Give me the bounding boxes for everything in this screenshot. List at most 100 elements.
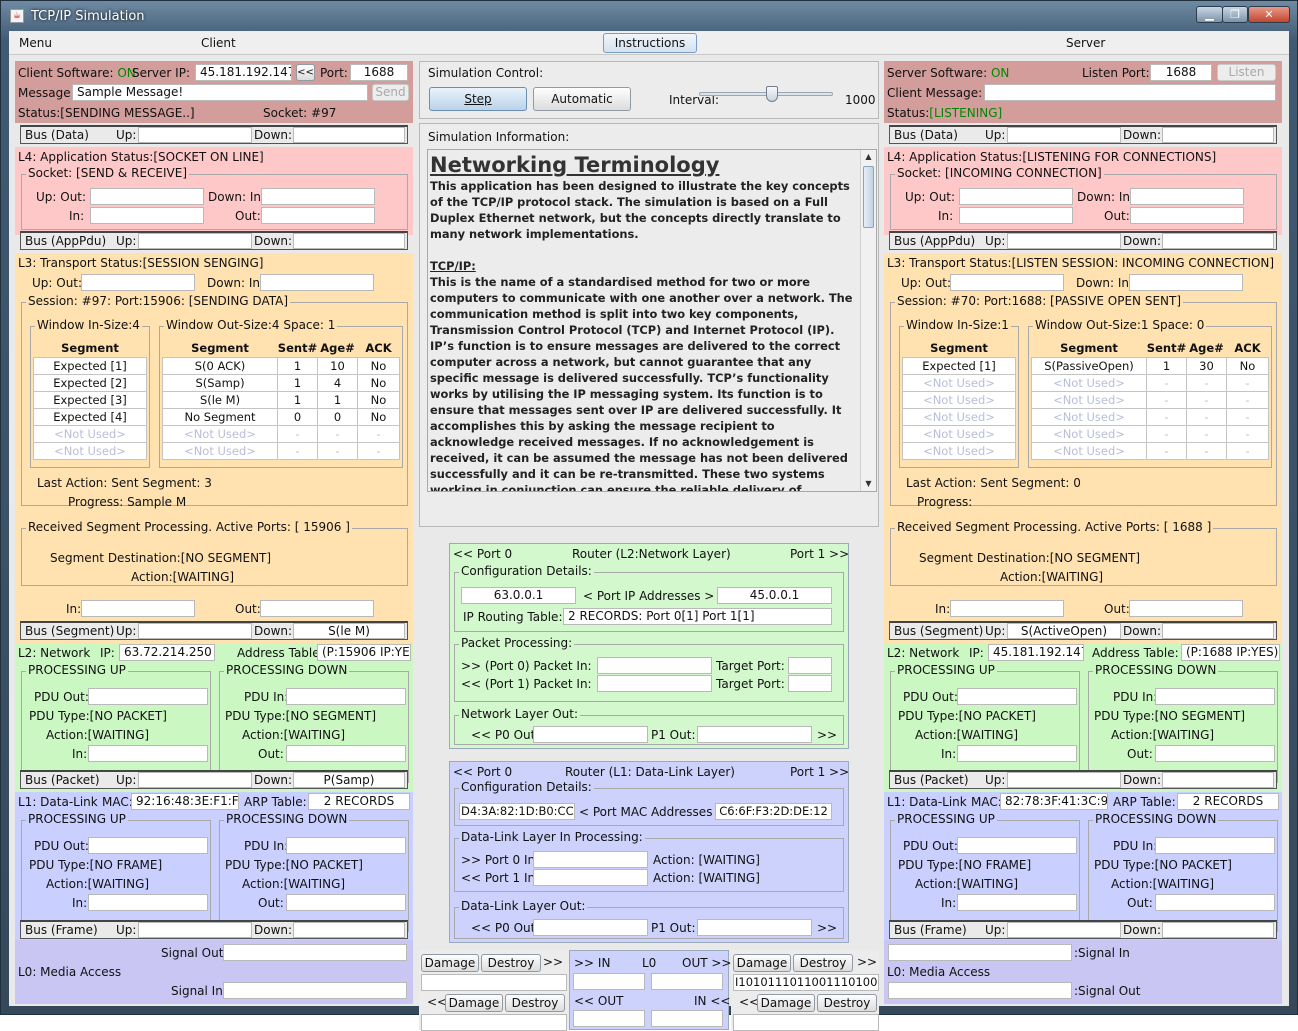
out-label: Out: xyxy=(1127,896,1153,910)
pdu-type: PDU Type:[NO FRAME] xyxy=(29,858,163,872)
message-input[interactable]: Sample Message! xyxy=(72,84,368,101)
processing-down-title: PROCESSING DOWN xyxy=(224,663,350,677)
socket-in-label: In: xyxy=(938,209,954,223)
rsp-out-label: Out: xyxy=(235,602,261,616)
slider-thumb[interactable] xyxy=(766,86,778,102)
window-in-rows: Expected [1] <Not Used> <Not Used> <Not Use… xyxy=(902,356,1016,460)
table-cell: - xyxy=(1186,424,1227,443)
listen-port-input[interactable]: 1688 xyxy=(1150,64,1212,81)
l0-out2-field xyxy=(573,1010,645,1027)
l0-title: L0: Media Access xyxy=(887,965,991,979)
table-cell: <Not Used> xyxy=(162,441,278,460)
table-cell: - xyxy=(1226,424,1269,443)
window-out-group: Window Out-Size:1 Space: 0 Segment Sent# A… xyxy=(1028,318,1272,468)
signal-out-field xyxy=(223,944,407,961)
bus-segment-server: Bus (Segment) Up: S(ActiveOpen) Down: xyxy=(889,621,1277,640)
scroll-up-icon[interactable]: ▲ xyxy=(861,150,876,164)
table-cell: <Not Used> xyxy=(1031,424,1147,443)
bus-down-label: Down: xyxy=(1123,234,1162,248)
damage-button[interactable]: Damage xyxy=(421,954,479,972)
scroll-down-icon[interactable]: ▼ xyxy=(861,477,876,491)
table-row: Expected [2] xyxy=(33,373,147,392)
l2-ip-field: 45.181.192.147 xyxy=(988,644,1084,661)
rsp-in-field xyxy=(950,600,1064,617)
bus-up-field xyxy=(1007,233,1121,249)
table-cell: Expected [3] xyxy=(33,390,147,409)
table-cell: <Not Used> xyxy=(902,407,1016,426)
destroy-button[interactable]: Destroy xyxy=(793,954,853,972)
bus-up-label: Up: xyxy=(985,624,1006,638)
bus-up-field xyxy=(138,233,252,249)
instructions-button[interactable]: Instructions xyxy=(603,33,697,53)
address-table-field: (P:15906 IP:YES) xyxy=(317,644,411,661)
l4-title: L4: Application Status:[SOCKET ON LINE] xyxy=(18,150,264,164)
out-field xyxy=(1155,894,1275,911)
l0-out-label: OUT >> xyxy=(682,956,732,970)
bus-data-client: Bus (Data) Up: Down: xyxy=(20,125,408,144)
pdu-type: PDU Type:[NO SEGMENT] xyxy=(1094,709,1246,723)
server-software-status: ON xyxy=(990,66,1010,80)
damage-button[interactable]: Damage xyxy=(733,954,791,972)
progress: Progress: Sample M xyxy=(68,495,187,509)
l0-out-field xyxy=(651,973,723,990)
processing-down-group: PROCESSING DOWN PDU In: PDU Type:[NO SEG… xyxy=(219,663,409,783)
table-row: <Not Used> - - - xyxy=(162,424,400,443)
message-label: Message: xyxy=(18,86,75,100)
bus-down-field xyxy=(1162,127,1274,143)
signal-in-field xyxy=(223,982,407,999)
close-button[interactable]: ✕ xyxy=(1248,6,1290,23)
minimize-button[interactable]: ▁ xyxy=(1196,6,1223,23)
packet-processing-group: Packet Processing: >> (Port 0) Packet In… xyxy=(454,636,844,702)
info-scrollbar[interactable]: ▲ ▼ xyxy=(860,150,876,491)
bus-up-field xyxy=(1007,922,1121,938)
target-port-label: Target Port: xyxy=(716,659,785,673)
destroy-button[interactable]: Destroy xyxy=(817,994,877,1012)
l2-ip-label: IP: xyxy=(969,646,984,660)
table-row: <Not Used> - - - xyxy=(162,441,400,460)
table-cell: <Not Used> xyxy=(902,373,1016,392)
info-paragraph-2: This is the name of a standardised metho… xyxy=(430,275,853,492)
swap-button[interactable]: << xyxy=(296,64,315,81)
socket-in-field xyxy=(90,207,204,224)
damage-button[interactable]: Damage xyxy=(757,994,815,1012)
send-button[interactable]: Send xyxy=(372,84,409,101)
target-port-field xyxy=(788,657,832,674)
table-row: S(PassiveOpen) 1 30 No xyxy=(1031,356,1269,375)
interval-slider[interactable] xyxy=(699,84,833,106)
server-ip-input[interactable]: 45.181.192.147 xyxy=(195,64,292,81)
packet-processing-title: Packet Processing: xyxy=(459,636,575,650)
maximize-button[interactable]: ❐ xyxy=(1222,6,1248,23)
info-text-area[interactable]: Networking Terminology This application … xyxy=(427,149,877,492)
bus-packet-label: Bus (Packet) xyxy=(25,773,100,787)
bus-up-field: S(ActiveOpen) xyxy=(1007,623,1121,639)
middle-column: Simulation Control: Step Automatic Inter… xyxy=(419,57,879,1031)
config-title: Configuration Details: xyxy=(459,564,594,578)
menu-item-menu[interactable]: Menu xyxy=(19,36,52,50)
automatic-button[interactable]: Automatic xyxy=(533,87,631,111)
destroy-button[interactable]: Destroy xyxy=(505,994,565,1012)
destroy-button[interactable]: Destroy xyxy=(481,954,541,972)
port-ip-addresses-label: < Port IP Addresses > xyxy=(583,589,715,603)
socket-group: Socket: [SEND & RECEIVE] Up: Out: In: Do… xyxy=(21,166,408,230)
scroll-thumb[interactable] xyxy=(863,166,874,228)
table-cell: - xyxy=(1146,390,1187,409)
l3-title: L3: Transport Status:[LISTEN SESSION: IN… xyxy=(887,256,1275,270)
received-segment-group: Received Segment Processing. Active Port… xyxy=(890,520,1277,586)
forward-arrow-icon: >> xyxy=(857,955,878,969)
p1-out-label: P1 Out: xyxy=(651,728,696,742)
step-button[interactable]: Step xyxy=(429,87,527,111)
l3-transport-panel: L3: Transport Status:[LISTEN SESSION: IN… xyxy=(884,253,1282,645)
processing-up-group: PROCESSING UP PDU Out: PDU Type:[NO PACK… xyxy=(890,663,1080,783)
bus-frame-server: Bus (Frame) Up: Down: xyxy=(889,920,1277,939)
port-input[interactable]: 1688 xyxy=(350,64,408,81)
listen-button[interactable]: Listen xyxy=(1217,64,1276,81)
pdu-in-label: PDU In: xyxy=(1113,839,1158,853)
socket-up-out-label: Up: Out: xyxy=(905,190,956,204)
col-sent: Sent# xyxy=(1146,341,1187,356)
in-field xyxy=(957,745,1077,762)
damage-button[interactable]: Damage xyxy=(445,994,503,1012)
action-status: Action:[WAITING] xyxy=(1111,728,1215,742)
table-cell: <Not Used> xyxy=(33,424,147,443)
window-in-title: Window In-Size:4 xyxy=(35,318,142,332)
table-cell: S(0 ACK) xyxy=(162,356,278,375)
